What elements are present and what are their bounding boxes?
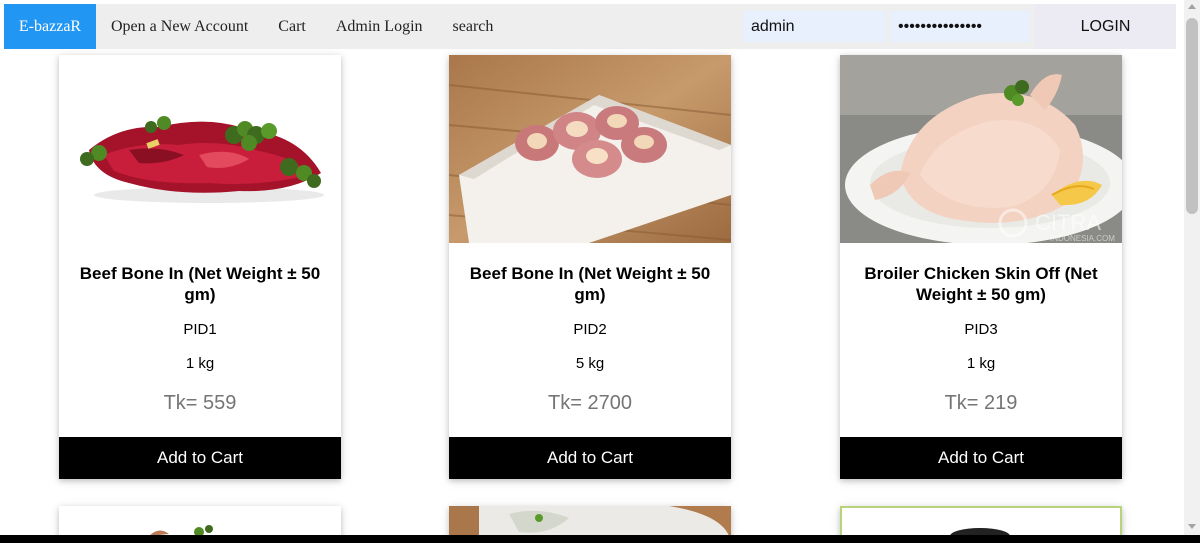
add-to-cart-button[interactable]: Add to Cart: [840, 437, 1122, 479]
product-pid: PID1: [183, 321, 217, 338]
product-card: CITRA INDONESIA.COM Broiler Chicken Skin…: [840, 55, 1122, 479]
nav-open-account[interactable]: Open a New Account: [96, 4, 263, 49]
top-navbar: E-bazzaR Open a New Account Cart Admin L…: [4, 4, 1176, 49]
beef-bone-image: [449, 55, 731, 243]
scroll-down-arrow-icon[interactable]: [1188, 524, 1196, 529]
beef-meat-image: [59, 55, 341, 243]
product-title: Broiler Chicken Skin Off (Net Weight ± 5…: [864, 264, 1098, 304]
product-title: Beef Bone In (Net Weight ± 50 gm): [79, 264, 321, 304]
product-weight: 1 kg: [185, 355, 215, 372]
product-weight: 5 kg: [575, 355, 605, 372]
nav-admin-login[interactable]: Admin Login: [321, 4, 438, 49]
product-price: Tk= 559: [163, 392, 237, 414]
product-price: Tk= 2700: [548, 392, 632, 414]
product-weight: 1 kg: [966, 355, 996, 372]
product-title: Beef Bone In (Net Weight ± 50 gm): [469, 264, 711, 304]
scroll-up-arrow-icon[interactable]: [1188, 4, 1196, 9]
login-form: LOGIN: [743, 4, 1176, 49]
watermark-subtext: INDONESIA.COM: [1050, 234, 1115, 243]
username-input[interactable]: [743, 11, 885, 42]
product-price: Tk= 219: [944, 392, 1018, 414]
add-to-cart-button[interactable]: Add to Cart: [59, 437, 341, 479]
password-input[interactable]: [890, 11, 1030, 42]
watermark-text: CITRA: [1035, 210, 1101, 235]
nav-cart[interactable]: Cart: [263, 4, 321, 49]
product-pid: PID2: [573, 321, 607, 338]
vertical-scrollbar[interactable]: [1184, 0, 1200, 535]
add-to-cart-button[interactable]: Add to Cart: [449, 437, 731, 479]
brand-link[interactable]: E-bazzaR: [4, 4, 96, 49]
scroll-thumb[interactable]: [1186, 18, 1198, 214]
bottom-edge-bar: [0, 535, 1200, 543]
product-card: Beef Bone In (Net Weight ± 50 gm) PID2 5…: [449, 55, 731, 479]
chicken-image: CITRA INDONESIA.COM: [840, 55, 1122, 243]
product-pid: PID3: [964, 321, 998, 338]
login-button[interactable]: LOGIN: [1035, 4, 1176, 49]
product-card: Beef Bone In (Net Weight ± 50 gm) PID1 1…: [59, 55, 341, 479]
nav-search[interactable]: search: [438, 4, 509, 49]
